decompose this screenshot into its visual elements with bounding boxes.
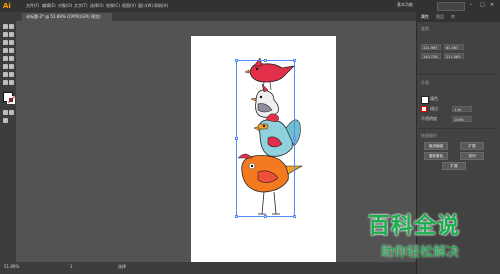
- maximize-button[interactable]: □: [480, 2, 485, 9]
- section-transform-heading: 变换: [421, 26, 429, 31]
- eraser-tool-icon[interactable]: [9, 56, 14, 61]
- eyedropper-tool-icon[interactable]: [3, 72, 8, 77]
- current-tool-label: 选择: [118, 264, 126, 269]
- resize-handle-bottom-right[interactable]: [293, 215, 296, 218]
- rectangle-tool-icon[interactable]: [3, 48, 8, 53]
- menu-window[interactable]: 窗口(W): [138, 3, 153, 9]
- recolor-button[interactable]: 重新着色: [424, 152, 448, 160]
- menu-file[interactable]: 文件(F): [26, 3, 39, 9]
- resize-handle-left[interactable]: [235, 137, 238, 140]
- tab-layers[interactable]: 图层: [436, 14, 444, 20]
- resize-handle-top-left[interactable]: [235, 59, 238, 62]
- minimize-button[interactable]: –: [470, 2, 473, 9]
- resize-handle-bottom-left[interactable]: [235, 215, 238, 218]
- y-field[interactable]: 140.728: [421, 53, 441, 59]
- illustrator-logo: Ai: [3, 2, 11, 10]
- fill-color-chip[interactable]: [421, 96, 429, 104]
- x-field[interactable]: 121.987: [421, 44, 441, 50]
- workspace-switcher[interactable]: 基本功能: [397, 2, 413, 8]
- stroke-label: 描边: [430, 106, 438, 111]
- expand-button[interactable]: 扩展: [460, 142, 484, 150]
- menu-type[interactable]: 文字(T): [74, 3, 88, 9]
- selection-bounding-box[interactable]: [236, 60, 295, 217]
- direct-selection-tool-icon[interactable]: [9, 24, 14, 29]
- shaper-tool-icon[interactable]: [3, 56, 8, 61]
- resize-handle-top[interactable]: [264, 59, 267, 62]
- status-bar: [0, 262, 416, 274]
- screen-mode-icon[interactable]: [9, 110, 14, 115]
- h-field[interactable]: 211.565: [444, 53, 464, 59]
- blend-tool-icon[interactable]: [9, 72, 14, 77]
- watermark-title: 百科全说: [368, 214, 461, 239]
- menu-help[interactable]: 帮助(H): [154, 3, 168, 9]
- close-button[interactable]: ✕: [490, 2, 494, 9]
- hand-tool-icon[interactable]: [3, 80, 8, 85]
- section-appearance-heading: 外观: [421, 80, 429, 85]
- line-tool-icon[interactable]: [9, 40, 14, 45]
- curvature-tool-icon[interactable]: [9, 32, 14, 37]
- paintbrush-tool-icon[interactable]: [9, 48, 14, 53]
- quick-action-button[interactable]: 扩展: [442, 162, 466, 170]
- panel-divider: [418, 74, 498, 75]
- arrange-button[interactable]: 排列: [460, 152, 484, 160]
- selection-tool-icon[interactable]: [3, 24, 8, 29]
- rotate-tool-icon[interactable]: [3, 64, 8, 69]
- w-field[interactable]: 61.567: [444, 44, 464, 50]
- ungroup-button[interactable]: 取消编组: [424, 142, 448, 150]
- scale-tool-icon[interactable]: [9, 64, 14, 69]
- resize-handle-bottom[interactable]: [264, 215, 267, 218]
- draw-mode-icon[interactable]: [3, 110, 8, 115]
- panel-divider: [418, 128, 498, 129]
- section-quick-actions-heading: 快速操作: [421, 133, 437, 138]
- document-tab[interactable]: 未标题-2* @ 51.89% (CMYK/GPU 预览): [22, 13, 112, 21]
- resize-handle-right[interactable]: [293, 137, 296, 140]
- menu-edit[interactable]: 编辑(E): [42, 3, 56, 9]
- menu-effect[interactable]: 效果(C): [106, 3, 120, 9]
- fill-label: 填色: [430, 96, 438, 101]
- tab-properties[interactable]: 属性: [421, 14, 429, 20]
- resize-handle-top-right[interactable]: [293, 59, 296, 62]
- search-input[interactable]: [437, 2, 465, 11]
- stroke-color-chip[interactable]: [421, 106, 427, 112]
- menu-object[interactable]: 对象(O): [58, 3, 72, 9]
- watermark-subtitle: 助你轻松解决: [381, 245, 460, 260]
- zoom-level[interactable]: 51.89%: [4, 264, 19, 270]
- pen-tool-icon[interactable]: [3, 32, 8, 37]
- stroke-weight-field[interactable]: 1 pt: [452, 106, 472, 112]
- menu-view[interactable]: 视图(V): [122, 3, 136, 9]
- tab-libraries[interactable]: 库: [451, 14, 455, 20]
- zoom-tool-icon[interactable]: [9, 80, 14, 85]
- opacity-field[interactable]: 100%: [452, 116, 472, 122]
- artboard-number[interactable]: 1: [70, 264, 73, 270]
- opacity-label: 不透明度: [421, 116, 437, 121]
- type-tool-icon[interactable]: [3, 40, 8, 45]
- menu-select[interactable]: 选择(S): [90, 3, 104, 9]
- edit-toolbar-icon[interactable]: [3, 118, 8, 123]
